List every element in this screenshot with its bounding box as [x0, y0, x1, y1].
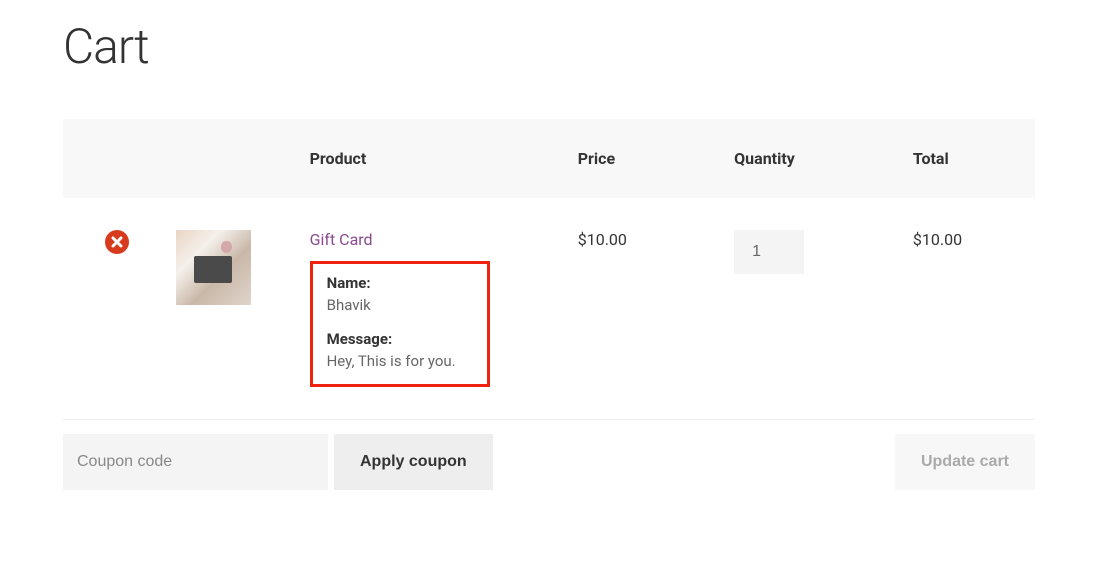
page-title: Cart	[63, 18, 1035, 75]
product-name-link[interactable]: Gift Card	[310, 230, 554, 249]
quantity-input[interactable]	[734, 230, 804, 274]
coupon-row: Apply coupon	[63, 434, 493, 490]
apply-coupon-button[interactable]: Apply coupon	[334, 434, 493, 490]
meta-name: Name: Bhavik	[327, 274, 473, 314]
col-remove-header	[63, 119, 164, 198]
product-meta-box: Name: Bhavik Message: Hey, This is for y…	[310, 261, 490, 387]
cart-header-row: Product Price Quantity Total	[63, 119, 1035, 198]
item-price: $10.00	[578, 230, 627, 249]
cart-actions: Apply coupon Update cart	[63, 434, 1035, 490]
meta-message: Message: Hey, This is for you.	[327, 330, 473, 370]
update-cart-button[interactable]: Update cart	[895, 434, 1035, 490]
coupon-code-input[interactable]	[63, 434, 328, 490]
item-total: $10.00	[913, 230, 962, 249]
col-price-header: Price	[566, 119, 722, 198]
meta-message-value: Hey, This is for you.	[327, 352, 473, 370]
col-product-header: Product	[298, 119, 566, 198]
meta-message-label: Message:	[327, 330, 473, 348]
cart-table: Product Price Quantity Total	[63, 119, 1035, 420]
col-total-header: Total	[901, 119, 1035, 198]
remove-icon	[105, 230, 129, 254]
product-thumbnail[interactable]	[176, 230, 251, 305]
remove-item-button[interactable]	[105, 230, 129, 254]
cart-item-row: Gift Card Name: Bhavik Message: Hey, Thi…	[63, 198, 1035, 420]
meta-name-label: Name:	[327, 274, 473, 292]
col-thumb-header	[164, 119, 298, 198]
col-quantity-header: Quantity	[722, 119, 901, 198]
meta-name-value: Bhavik	[327, 296, 473, 314]
